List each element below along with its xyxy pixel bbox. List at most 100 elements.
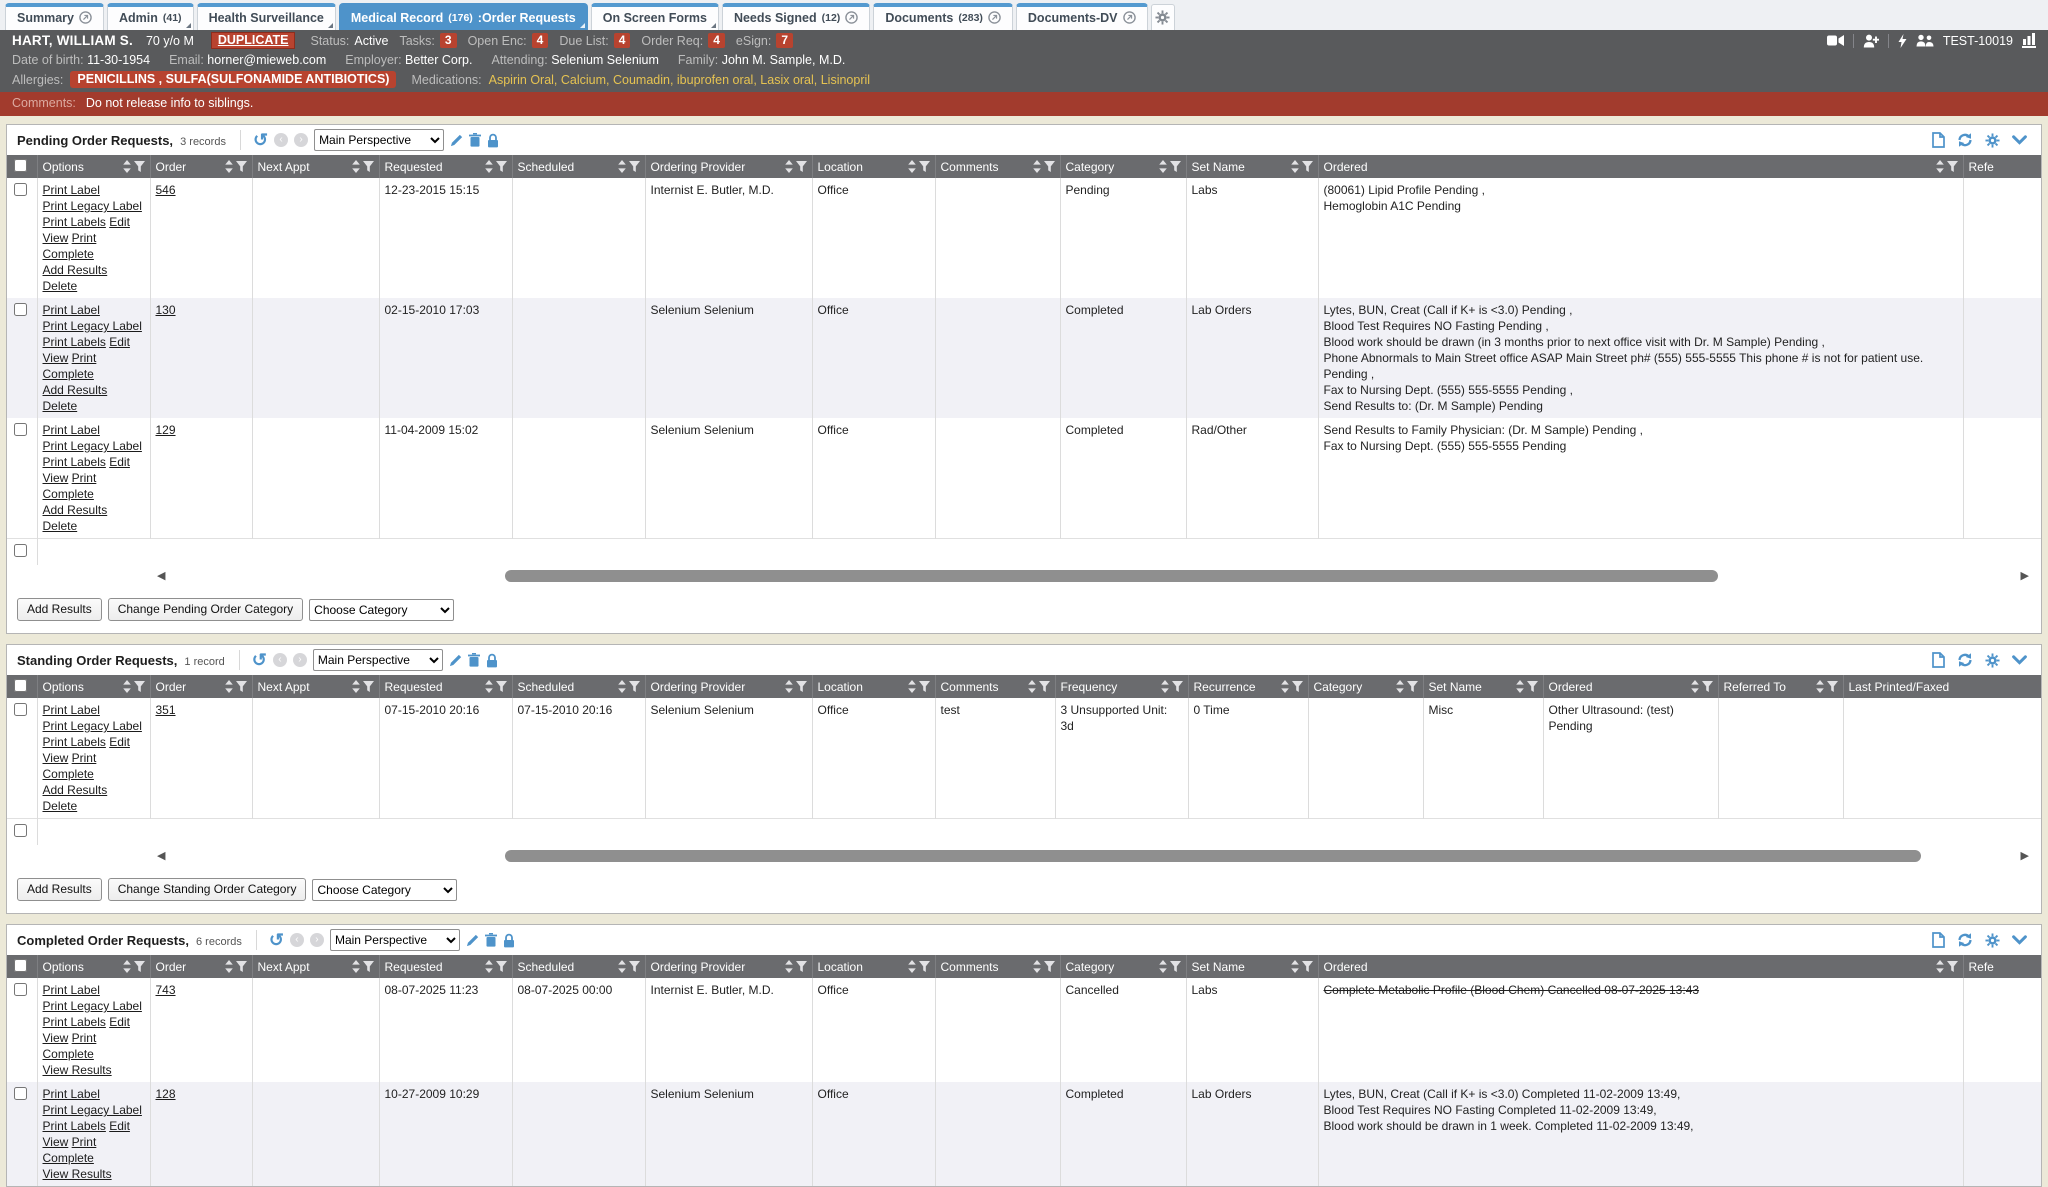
order-action-edit[interactable]: Edit bbox=[109, 335, 130, 349]
order-action-add-results[interactable]: Add Results bbox=[43, 383, 108, 397]
add-user-icon[interactable] bbox=[1863, 34, 1879, 48]
scroll-thumb[interactable] bbox=[505, 850, 1921, 862]
filter-icon[interactable] bbox=[796, 161, 807, 172]
row-checkbox[interactable] bbox=[14, 703, 27, 716]
order-number-link[interactable]: 128 bbox=[156, 1087, 176, 1101]
order-action-print-label[interactable]: Print Label bbox=[43, 983, 100, 997]
filter-icon[interactable] bbox=[1172, 681, 1183, 692]
order-action-print-labels[interactable]: Print Labels bbox=[43, 215, 106, 229]
edit-perspective-icon[interactable] bbox=[450, 134, 463, 147]
popout-icon[interactable] bbox=[988, 11, 1001, 24]
order-action-print-legacy-label[interactable]: Print Legacy Label bbox=[43, 719, 142, 733]
order-action-delete[interactable]: Delete bbox=[43, 799, 78, 813]
filter-icon[interactable] bbox=[919, 681, 930, 692]
choose-category-select[interactable]: Choose Category bbox=[309, 599, 454, 621]
order-action-print[interactable]: Print bbox=[72, 471, 97, 485]
counter-badge[interactable]: 4 bbox=[532, 33, 549, 48]
order-action-print[interactable]: Print bbox=[72, 1031, 97, 1045]
order-action-edit[interactable]: Edit bbox=[109, 215, 130, 229]
tab-summary[interactable]: Summary bbox=[5, 3, 104, 30]
filter-icon[interactable] bbox=[1527, 681, 1538, 692]
order-action-print-labels[interactable]: Print Labels bbox=[43, 335, 106, 349]
perspective-select[interactable]: Main Perspective bbox=[330, 929, 460, 951]
undo-icon[interactable]: ↺ bbox=[253, 133, 268, 147]
sort-icon[interactable] bbox=[908, 160, 916, 173]
grid-settings-icon[interactable] bbox=[1985, 133, 2000, 148]
undo-icon[interactable]: ↺ bbox=[252, 653, 267, 667]
order-action-view[interactable]: View bbox=[43, 471, 69, 485]
counter-badge[interactable]: 4 bbox=[614, 33, 631, 48]
order-action-add-results[interactable]: Add Results bbox=[43, 263, 108, 277]
sort-icon[interactable] bbox=[225, 960, 233, 973]
sort-icon[interactable] bbox=[1291, 960, 1299, 973]
order-action-add-results[interactable]: Add Results bbox=[43, 783, 108, 797]
filter-icon[interactable] bbox=[1827, 681, 1838, 692]
change-standing-order-category-button[interactable]: Change Standing Order Category bbox=[108, 878, 307, 901]
order-action-print-labels[interactable]: Print Labels bbox=[43, 1015, 106, 1029]
delete-perspective-icon[interactable] bbox=[485, 933, 497, 947]
sort-icon[interactable] bbox=[618, 160, 626, 173]
sort-icon[interactable] bbox=[1936, 160, 1944, 173]
row-checkbox[interactable] bbox=[14, 824, 27, 837]
filter-icon[interactable] bbox=[496, 961, 507, 972]
filter-icon[interactable] bbox=[1702, 681, 1713, 692]
filter-icon[interactable] bbox=[496, 681, 507, 692]
sort-icon[interactable] bbox=[1033, 960, 1041, 973]
filter-icon[interactable] bbox=[363, 161, 374, 172]
order-action-complete[interactable]: Complete bbox=[43, 1047, 94, 1061]
filter-icon[interactable] bbox=[1947, 961, 1958, 972]
prev-icon[interactable]: ‹ bbox=[290, 933, 304, 947]
scroll-left-arrow[interactable]: ◀ bbox=[157, 851, 165, 862]
tab-settings[interactable] bbox=[1151, 4, 1175, 30]
filter-icon[interactable] bbox=[1039, 681, 1050, 692]
sort-icon[interactable] bbox=[352, 960, 360, 973]
sort-icon[interactable] bbox=[1816, 680, 1824, 693]
lock-perspective-icon[interactable] bbox=[503, 933, 515, 948]
lock-perspective-icon[interactable] bbox=[486, 653, 498, 668]
order-action-edit[interactable]: Edit bbox=[109, 1119, 130, 1133]
order-number-link[interactable]: 129 bbox=[156, 423, 176, 437]
order-action-delete[interactable]: Delete bbox=[43, 519, 78, 533]
tab-needs-signed[interactable]: Needs Signed(12) bbox=[722, 3, 870, 30]
filter-icon[interactable] bbox=[134, 161, 145, 172]
sort-icon[interactable] bbox=[1161, 680, 1169, 693]
order-action-print-label[interactable]: Print Label bbox=[43, 303, 100, 317]
order-action-print-legacy-label[interactable]: Print Legacy Label bbox=[43, 319, 142, 333]
tab-documents-dv[interactable]: Documents-DV bbox=[1016, 3, 1148, 30]
filter-icon[interactable] bbox=[1292, 681, 1303, 692]
edit-perspective-icon[interactable] bbox=[449, 654, 462, 667]
sort-icon[interactable] bbox=[1033, 160, 1041, 173]
order-number-link[interactable]: 743 bbox=[156, 983, 176, 997]
sort-icon[interactable] bbox=[1516, 680, 1524, 693]
perspective-select[interactable]: Main Perspective bbox=[313, 649, 443, 671]
sort-icon[interactable] bbox=[618, 680, 626, 693]
order-action-complete[interactable]: Complete bbox=[43, 767, 94, 781]
filter-icon[interactable] bbox=[1044, 161, 1055, 172]
scroll-thumb[interactable] bbox=[505, 570, 1719, 582]
order-action-view[interactable]: View bbox=[43, 231, 69, 245]
filter-icon[interactable] bbox=[796, 681, 807, 692]
sort-icon[interactable] bbox=[225, 680, 233, 693]
order-action-print-labels[interactable]: Print Labels bbox=[43, 455, 106, 469]
row-checkbox[interactable] bbox=[14, 983, 27, 996]
next-icon[interactable]: › bbox=[310, 933, 324, 947]
filter-icon[interactable] bbox=[1044, 961, 1055, 972]
counter-badge[interactable]: 3 bbox=[440, 33, 457, 48]
filter-icon[interactable] bbox=[629, 161, 640, 172]
sort-icon[interactable] bbox=[485, 680, 493, 693]
filter-icon[interactable] bbox=[363, 961, 374, 972]
prev-icon[interactable]: ‹ bbox=[273, 653, 287, 667]
new-document-icon[interactable] bbox=[1932, 652, 1945, 668]
tab-on-screen-forms[interactable]: On Screen Forms bbox=[591, 3, 719, 30]
filter-icon[interactable] bbox=[796, 961, 807, 972]
filter-icon[interactable] bbox=[236, 961, 247, 972]
select-all-checkbox[interactable] bbox=[14, 959, 27, 972]
popout-icon[interactable] bbox=[845, 11, 858, 24]
filter-icon[interactable] bbox=[134, 681, 145, 692]
choose-category-select[interactable]: Choose Category bbox=[312, 879, 457, 901]
sort-icon[interactable] bbox=[123, 960, 131, 973]
row-checkbox[interactable] bbox=[14, 544, 27, 557]
order-action-view[interactable]: View bbox=[43, 1135, 69, 1149]
sort-icon[interactable] bbox=[225, 160, 233, 173]
filter-icon[interactable] bbox=[1170, 961, 1181, 972]
